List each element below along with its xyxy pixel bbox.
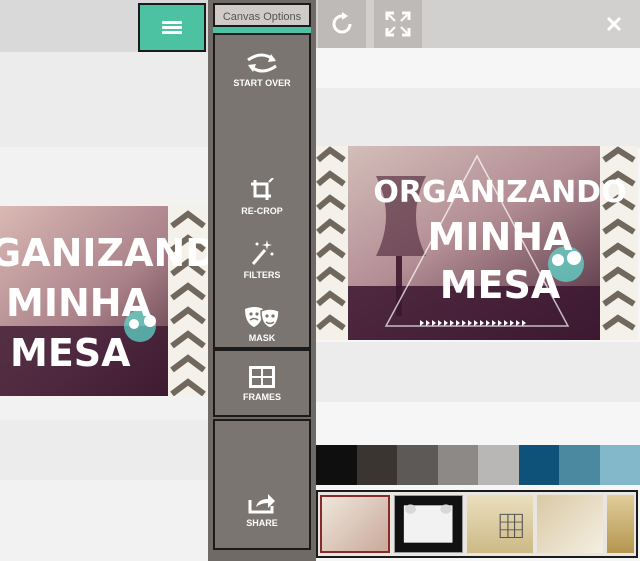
frame-preview-icon	[404, 504, 453, 543]
main-canvas-image[interactable]: ORGANIZANDO MINHA MESA	[316, 146, 638, 340]
frame-thumbnail[interactable]	[466, 495, 534, 553]
color-swatch[interactable]	[599, 445, 640, 485]
color-swatch[interactable]	[316, 445, 357, 485]
preview-band-top	[316, 88, 640, 148]
filters-label: FILTERS	[243, 270, 281, 280]
color-swatch[interactable]	[518, 445, 559, 485]
canvas-line-3: MESA	[440, 263, 561, 307]
masks-icon	[245, 307, 280, 329]
canvas-line-1: ORGANIZANDO	[373, 175, 626, 210]
crop-icon	[251, 178, 274, 200]
color-swatch[interactable]	[356, 445, 397, 485]
mask-label: MASK	[248, 333, 276, 343]
color-swatch[interactable]	[478, 445, 519, 485]
magic-wand-icon	[251, 240, 274, 265]
hamburger-icon	[162, 20, 182, 35]
frame-thumbnail[interactable]	[320, 495, 391, 553]
preview-band-bottom	[316, 342, 640, 402]
rotate-icon	[332, 12, 352, 34]
mask-button[interactable]: MASK	[213, 305, 311, 343]
share-label: SHARE	[246, 518, 278, 528]
menu-title: Canvas Options	[213, 3, 311, 27]
re-crop-button[interactable]: RE-CROP	[213, 178, 311, 216]
color-swatch[interactable]	[397, 445, 438, 485]
frame-thumbnail[interactable]	[394, 495, 463, 553]
color-swatch[interactable]	[559, 445, 600, 485]
start-over-label: START OVER	[233, 78, 291, 88]
left-line-3: MESA	[10, 331, 131, 375]
share-icon	[248, 494, 275, 514]
left-band-bottom	[0, 420, 208, 480]
left-canvas-area: GANIZANDO MINHA MESA	[0, 0, 208, 561]
close-icon	[606, 16, 622, 32]
fullscreen-button[interactable]	[374, 0, 422, 48]
close-button[interactable]	[590, 0, 638, 48]
frame-thumbnail[interactable]	[537, 495, 604, 553]
color-swatch-row	[316, 445, 640, 485]
re-crop-label: RE-CROP	[241, 206, 283, 216]
frame-thumbnails-strip	[316, 490, 638, 558]
frame-thumbnail[interactable]	[607, 495, 634, 553]
left-line-1: GANIZANDO	[0, 231, 208, 275]
menu-panel-share	[213, 419, 311, 550]
canvas-line-2: MINHA	[428, 215, 574, 259]
fullscreen-icon	[385, 11, 411, 37]
frame-preview-icon	[499, 513, 523, 539]
share-button[interactable]: SHARE	[213, 492, 311, 528]
frames-label: FRAMES	[243, 392, 281, 402]
filters-button[interactable]: FILTERS	[213, 238, 311, 280]
start-over-icon	[247, 53, 277, 73]
left-line-2: MINHA	[6, 281, 152, 325]
frames-icon	[249, 366, 275, 388]
left-band	[0, 52, 208, 147]
hamburger-menu-button[interactable]	[138, 3, 206, 52]
frames-button[interactable]: FRAMES	[213, 366, 311, 402]
rotate-button[interactable]	[318, 0, 366, 48]
left-canvas-image[interactable]: GANIZANDO MINHA MESA	[0, 206, 208, 396]
start-over-button[interactable]: START OVER	[213, 52, 311, 88]
color-swatch[interactable]	[437, 445, 478, 485]
